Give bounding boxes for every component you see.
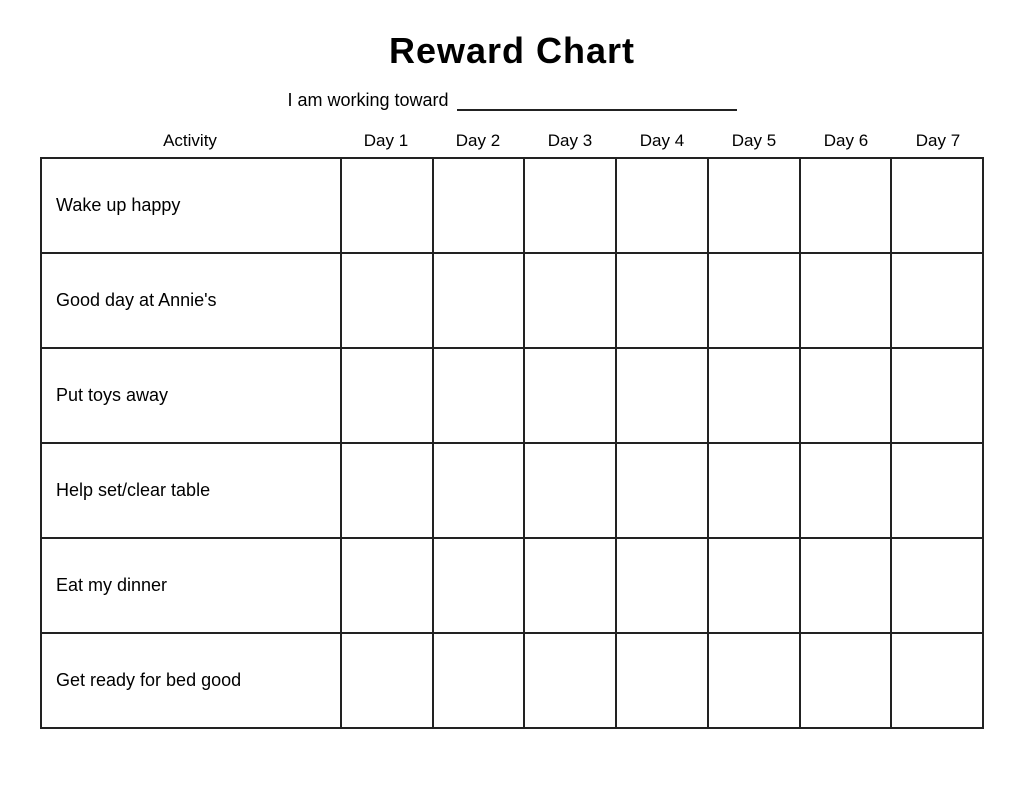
day-cell-row5-col2[interactable] bbox=[524, 633, 616, 728]
day-cell-row1-col3[interactable] bbox=[616, 253, 708, 348]
day-cell-row3-col2[interactable] bbox=[524, 443, 616, 538]
day5-header: Day 5 bbox=[708, 127, 800, 155]
day-cell-row1-col5[interactable] bbox=[800, 253, 892, 348]
day2-header: Day 2 bbox=[432, 127, 524, 155]
day4-header: Day 4 bbox=[616, 127, 708, 155]
day3-header: Day 3 bbox=[524, 127, 616, 155]
goal-underline bbox=[457, 91, 737, 111]
day-cell-row5-col1[interactable] bbox=[433, 633, 525, 728]
day-cell-row4-col1[interactable] bbox=[433, 538, 525, 633]
reward-chart-table: Wake up happyGood day at Annie'sPut toys… bbox=[40, 157, 984, 729]
table-row: Get ready for bed good bbox=[41, 633, 983, 728]
day-cell-row4-col3[interactable] bbox=[616, 538, 708, 633]
table-row: Good day at Annie's bbox=[41, 253, 983, 348]
day-cell-row0-col4[interactable] bbox=[708, 158, 800, 253]
activity-cell-4: Eat my dinner bbox=[41, 538, 341, 633]
day-cell-row0-col0[interactable] bbox=[341, 158, 433, 253]
day-cell-row3-col0[interactable] bbox=[341, 443, 433, 538]
chart-container: Activity Day 1 Day 2 Day 3 Day 4 Day 5 D… bbox=[40, 127, 984, 729]
day-cell-row3-col5[interactable] bbox=[800, 443, 892, 538]
day-cell-row4-col6[interactable] bbox=[891, 538, 983, 633]
day-cell-row4-col2[interactable] bbox=[524, 538, 616, 633]
activity-cell-5: Get ready for bed good bbox=[41, 633, 341, 728]
day-cell-row4-col0[interactable] bbox=[341, 538, 433, 633]
goal-line: I am working toward bbox=[287, 90, 736, 111]
day-cell-row3-col1[interactable] bbox=[433, 443, 525, 538]
day-cell-row0-col1[interactable] bbox=[433, 158, 525, 253]
table-row: Help set/clear table bbox=[41, 443, 983, 538]
day-cell-row5-col3[interactable] bbox=[616, 633, 708, 728]
day-cell-row5-col4[interactable] bbox=[708, 633, 800, 728]
day-cell-row1-col4[interactable] bbox=[708, 253, 800, 348]
header-row: Activity Day 1 Day 2 Day 3 Day 4 Day 5 D… bbox=[40, 127, 984, 155]
day-cell-row2-col1[interactable] bbox=[433, 348, 525, 443]
day-cell-row3-col3[interactable] bbox=[616, 443, 708, 538]
table-row: Wake up happy bbox=[41, 158, 983, 253]
table-row: Put toys away bbox=[41, 348, 983, 443]
day-cell-row2-col2[interactable] bbox=[524, 348, 616, 443]
activity-cell-2: Put toys away bbox=[41, 348, 341, 443]
day1-header: Day 1 bbox=[340, 127, 432, 155]
day-cell-row0-col5[interactable] bbox=[800, 158, 892, 253]
day-cell-row1-col1[interactable] bbox=[433, 253, 525, 348]
day-cell-row2-col0[interactable] bbox=[341, 348, 433, 443]
day6-header: Day 6 bbox=[800, 127, 892, 155]
day-cell-row2-col6[interactable] bbox=[891, 348, 983, 443]
day-cell-row3-col6[interactable] bbox=[891, 443, 983, 538]
day-cell-row0-col2[interactable] bbox=[524, 158, 616, 253]
day-cell-row2-col3[interactable] bbox=[616, 348, 708, 443]
goal-label: I am working toward bbox=[287, 90, 448, 111]
day-cell-row1-col6[interactable] bbox=[891, 253, 983, 348]
day-cell-row2-col4[interactable] bbox=[708, 348, 800, 443]
activity-cell-1: Good day at Annie's bbox=[41, 253, 341, 348]
day-cell-row5-col0[interactable] bbox=[341, 633, 433, 728]
day-cell-row4-col5[interactable] bbox=[800, 538, 892, 633]
activity-header: Activity bbox=[40, 127, 340, 155]
day-cell-row0-col3[interactable] bbox=[616, 158, 708, 253]
day-cell-row3-col4[interactable] bbox=[708, 443, 800, 538]
day-cell-row5-col5[interactable] bbox=[800, 633, 892, 728]
table-row: Eat my dinner bbox=[41, 538, 983, 633]
activity-cell-0: Wake up happy bbox=[41, 158, 341, 253]
day7-header: Day 7 bbox=[892, 127, 984, 155]
day-cell-row2-col5[interactable] bbox=[800, 348, 892, 443]
day-cell-row5-col6[interactable] bbox=[891, 633, 983, 728]
day-cell-row1-col0[interactable] bbox=[341, 253, 433, 348]
day-cell-row0-col6[interactable] bbox=[891, 158, 983, 253]
activity-cell-3: Help set/clear table bbox=[41, 443, 341, 538]
day-cell-row4-col4[interactable] bbox=[708, 538, 800, 633]
day-cell-row1-col2[interactable] bbox=[524, 253, 616, 348]
page-title: Reward Chart bbox=[389, 30, 635, 72]
